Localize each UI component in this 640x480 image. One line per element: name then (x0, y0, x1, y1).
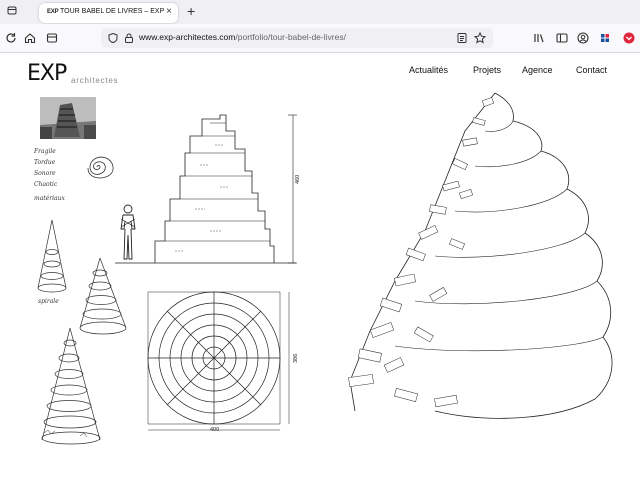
library-icon[interactable] (532, 31, 546, 45)
sketch-note: Fragile (34, 148, 56, 155)
pocket-icon[interactable] (622, 31, 636, 45)
nav-link-projets[interactable]: Projets (473, 65, 501, 75)
logo-subtitle: architectes (71, 76, 119, 85)
tab-icon[interactable] (45, 31, 59, 45)
dimension-height-label: 460 (295, 174, 301, 184)
navigation-toolbar: www.exp-architectes.com/portfolio/tour-b… (0, 24, 640, 53)
sketch-note: matériaux (34, 195, 65, 202)
browser-tab-active[interactable]: EXP TOUR BABEL DE LIVRES – EXP : × (39, 3, 178, 23)
human-scale-figure (120, 204, 136, 260)
dimension-plan-width-label: 400 (210, 427, 220, 433)
tab-overview-icon[interactable] (7, 5, 17, 15)
extension-icon[interactable] (598, 31, 612, 45)
elevation-drawing (115, 114, 297, 264)
nav-link-actualites[interactable]: Actualités (409, 65, 448, 75)
web-page: EXP architectes Actualités Projets Agenc… (0, 53, 640, 480)
page-bottom-strip (0, 466, 640, 480)
plus-icon[interactable]: + (187, 3, 195, 19)
star-icon[interactable] (473, 31, 487, 44)
babel-reference-photo (40, 97, 96, 139)
close-icon[interactable]: × (166, 6, 172, 17)
sketch-note: Chaotic (34, 181, 58, 188)
home-icon[interactable] (23, 31, 37, 45)
sidebar-icon[interactable] (555, 31, 569, 45)
sketch-note: Tordue (34, 159, 56, 166)
tracking-shield-icon[interactable] (107, 32, 119, 44)
book-tower-sketch (348, 92, 613, 419)
url-host: www.exp-architectes.com (139, 32, 236, 42)
dimension-plan-height-label: 386 (293, 353, 299, 363)
sketch-note: Sonore (34, 170, 56, 177)
reader-view-icon[interactable] (456, 32, 468, 44)
site-logo[interactable]: EXP architectes (27, 61, 118, 86)
account-icon[interactable] (576, 31, 590, 45)
tab-favicon: EXP (47, 9, 59, 15)
nav-link-contact[interactable]: Contact (576, 65, 607, 75)
lock-icon[interactable] (123, 32, 135, 44)
url-path: /portfolio/tour-babel-de-livres/ (235, 32, 346, 42)
tab-title: TOUR BABEL DE LIVRES – EXP : (60, 8, 164, 15)
logo-mark: EXP (27, 61, 67, 86)
spiral-sketch (87, 156, 114, 179)
tab-strip: EXP TOUR BABEL DE LIVRES – EXP : × + (0, 0, 640, 24)
address-bar[interactable]: www.exp-architectes.com/portfolio/tour-b… (101, 28, 493, 48)
nav-link-agence[interactable]: Agence (522, 65, 553, 75)
plan-drawing (147, 291, 290, 431)
url-text: www.exp-architectes.com/portfolio/tour-b… (139, 32, 346, 42)
reload-icon[interactable] (4, 31, 18, 45)
